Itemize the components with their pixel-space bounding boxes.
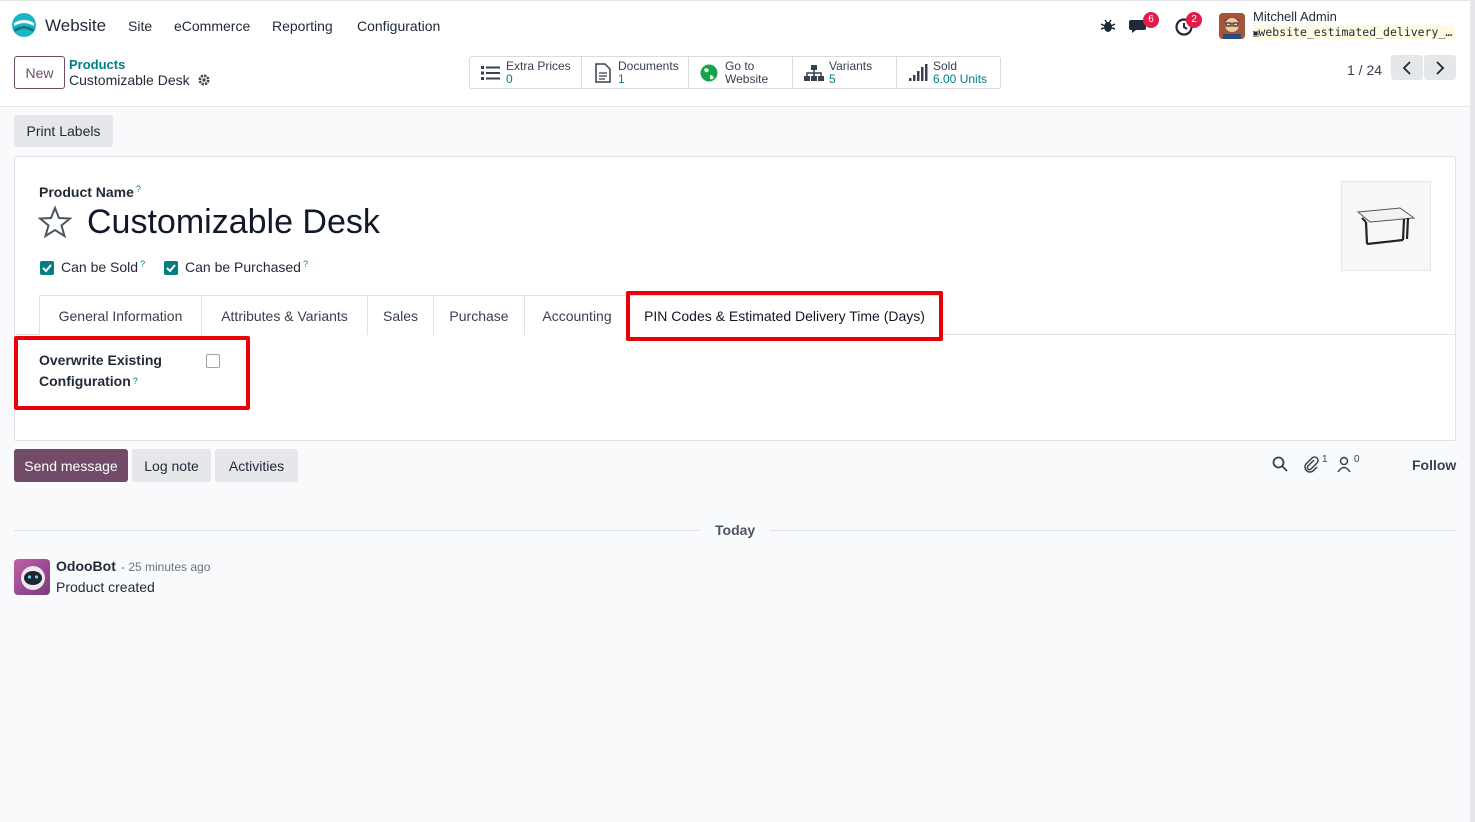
check-icon [42,264,52,273]
can-be-sold-checkbox[interactable] [40,261,54,275]
help-tooltip[interactable]: ? [136,184,141,194]
odoobot-avatar[interactable] [14,559,50,595]
breadcrumb-current: Customizable Desk [69,72,190,88]
sold-button[interactable]: Sold 6.00 Units [897,57,1000,88]
sold-value: 6.00 Units [933,71,988,86]
menu-site[interactable]: Site [128,18,152,34]
pager-previous-button[interactable] [1391,55,1423,80]
send-message-button[interactable]: Send message [14,449,128,482]
chevron-right-icon [1436,60,1445,75]
desk-image [1356,207,1416,246]
date-separator-left [14,530,700,531]
documents-value: 1 [618,71,625,86]
tab-accounting[interactable]: Accounting [524,295,630,335]
followers-count: 0 [1354,454,1360,465]
tab-sales[interactable]: Sales [367,295,434,335]
help-tooltip[interactable]: ? [140,259,145,269]
list-icon [481,65,500,80]
date-separator-label: Today [715,522,756,538]
variants-title: Variants [829,58,873,73]
go-to-website-button[interactable]: Go to Website [689,57,793,88]
extra-prices-title: Extra Prices [506,58,571,73]
follow-button[interactable]: Follow [1412,457,1456,473]
app-name[interactable]: Website [45,16,106,36]
go-to-title: Go to [725,58,755,73]
product-name-value[interactable]: Customizable Desk [87,203,380,242]
control-panel: New Products Customizable Desk Extra Pri… [0,48,1475,107]
search-icon[interactable] [1271,455,1289,473]
message-author[interactable]: OdooBot [56,558,116,574]
favorite-star-icon[interactable] [38,205,72,239]
variants-value: 5 [829,71,836,86]
menu-configuration[interactable]: Configuration [357,18,440,34]
pager-value[interactable]: 1 / 24 [1347,62,1382,78]
top-navbar: Website Site eCommerce Reporting Configu… [0,0,1475,48]
messages-badge: 6 [1143,12,1159,28]
can-be-purchased-checkbox[interactable] [164,261,178,275]
can-be-purchased-text: Can be Purchased [185,259,301,275]
highlight-box-overwrite [14,336,250,410]
sitemap-icon [804,64,824,81]
user-avatar[interactable] [1219,13,1245,39]
can-be-purchased-label: Can be Purchased? [185,259,308,275]
activities-badge: 2 [1186,12,1202,28]
debug-bug-icon[interactable] [1099,17,1117,35]
print-labels-button[interactable]: Print Labels [14,115,113,147]
database-name: ▣website_estimated_delivery_time [1253,25,1455,39]
tab-general-information[interactable]: General Information [39,295,202,335]
message-time: - 25 minutes ago [121,560,211,574]
can-be-sold-label: Can be Sold? [61,259,145,275]
can-be-sold-text: Can be Sold [61,259,139,275]
extra-prices-value: 0 [506,71,513,86]
bar-signal-icon [909,63,928,81]
variants-button[interactable]: Variants 5 [793,57,897,88]
help-tooltip[interactable]: ? [303,259,308,269]
gear-icon[interactable] [197,73,211,87]
documents-button[interactable]: Documents 1 [582,57,689,88]
check-icon [166,264,176,273]
menu-reporting[interactable]: Reporting [272,18,333,34]
database-name-text: website_estimated_delivery_time [1258,25,1455,39]
breadcrumb-products[interactable]: Products [69,57,125,72]
go-to-value: Website [725,71,769,86]
menu-ecommerce[interactable]: eCommerce [174,18,250,34]
sold-title: Sold [933,58,958,73]
message-body: Product created [56,579,155,595]
smart-buttons: Extra Prices 0 Documents 1 Go to Website Va… [469,56,1001,89]
document-icon [595,62,611,83]
product-name-label-text: Product Name [39,184,134,200]
extra-prices-button[interactable]: Extra Prices 0 [470,57,582,88]
documents-title: Documents [618,58,679,73]
log-note-button[interactable]: Log note [132,449,211,482]
paperclip-icon[interactable] [1302,455,1320,473]
product-image[interactable] [1341,181,1431,271]
website-app-icon[interactable] [11,12,37,38]
chevron-left-icon [1402,60,1411,75]
window-scrollbar[interactable] [1470,0,1475,822]
tab-purchase[interactable]: Purchase [433,295,525,335]
new-button[interactable]: New [14,56,65,89]
tab-attributes-variants[interactable]: Attributes & Variants [201,295,368,335]
globe-icon [700,64,718,81]
highlight-box-tab [626,291,943,341]
followers-user-icon[interactable] [1336,455,1354,473]
activities-button[interactable]: Activities [215,449,298,482]
user-name[interactable]: Mitchell Admin [1253,9,1337,24]
attachments-count: 1 [1322,454,1328,465]
date-separator-right [770,530,1456,531]
pager-next-button[interactable] [1424,55,1456,80]
product-name-label: Product Name? [39,184,141,200]
